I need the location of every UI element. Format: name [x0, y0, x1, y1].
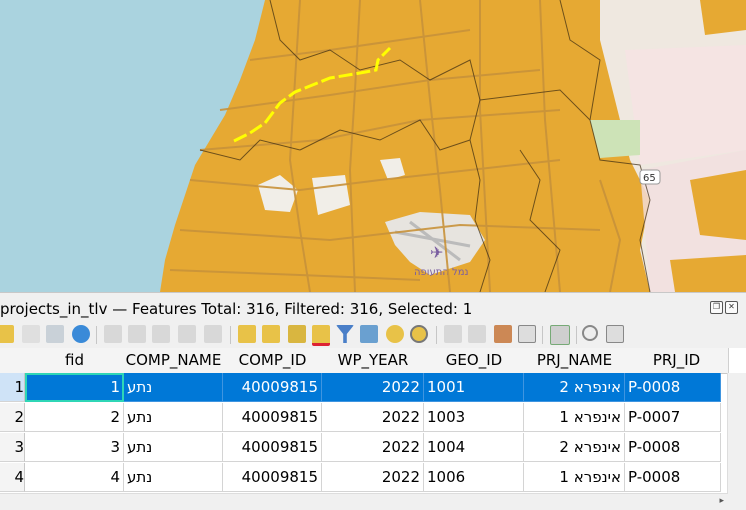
table-cell-geo-id[interactable]: 1001 — [424, 373, 524, 402]
move-selection-top-icon[interactable] — [360, 325, 378, 343]
table-cell-comp-id[interactable]: 40009815 — [223, 373, 322, 402]
corner-header[interactable] — [0, 348, 26, 374]
filter-select-icon[interactable] — [336, 325, 354, 343]
column-header-comp-name[interactable]: COMP_NAME — [124, 348, 224, 374]
airport-icon: ✈ — [430, 243, 443, 262]
table-cell-prj-name[interactable]: אינפרא 1 — [524, 463, 625, 492]
table-cell-geo-id[interactable]: 1003 — [424, 403, 524, 432]
column-header-fid[interactable]: fid — [25, 348, 125, 374]
table-cell-fid[interactable]: 1 — [25, 373, 124, 402]
reload-icon[interactable] — [72, 325, 90, 343]
new-field-icon[interactable] — [444, 325, 462, 343]
row-header[interactable]: 1 — [0, 373, 25, 402]
deselect-all-icon[interactable] — [312, 325, 330, 346]
multi-edit-icon[interactable] — [22, 325, 40, 343]
open-field-calculator-icon[interactable] — [494, 325, 512, 343]
dock-icon[interactable] — [582, 325, 598, 341]
map-canvas[interactable]: ✈ נמל התעופה 65 — [0, 0, 746, 292]
table-cell-wp-year[interactable]: 2022 — [322, 403, 424, 432]
toolbar-separator — [542, 326, 543, 344]
column-header-geo-id[interactable]: GEO_ID — [424, 348, 525, 374]
table-cell-fid[interactable]: 3 — [25, 433, 124, 462]
toolbar-separator — [96, 326, 97, 344]
paste-icon[interactable] — [204, 325, 222, 343]
toolbar-separator — [576, 326, 577, 344]
pan-to-selection-icon[interactable] — [386, 325, 404, 343]
toolbar-separator — [230, 326, 231, 344]
table-cell-geo-id[interactable]: 1004 — [424, 433, 524, 462]
horizontal-scrollbar[interactable]: ▸ — [0, 493, 728, 510]
table-cell-comp-name[interactable]: נתע — [124, 403, 223, 432]
attribute-table-toolbar — [0, 322, 746, 348]
copy-icon[interactable] — [178, 325, 196, 343]
attribute-table-title: projects_in_tlv — Features Total: 316, F… — [0, 300, 473, 318]
delete-field-icon[interactable] — [468, 325, 486, 343]
table-cell-prj-id[interactable]: P-0008 — [625, 433, 721, 462]
hatched-area-north — [625, 45, 746, 165]
save-edits-icon[interactable] — [46, 325, 64, 343]
table-cell-comp-id[interactable]: 40009815 — [223, 403, 322, 432]
select-all-icon[interactable] — [262, 325, 280, 343]
table-cell-fid[interactable]: 4 — [25, 463, 124, 492]
table-cell-prj-id[interactable]: P-0007 — [625, 403, 721, 432]
table-cell-fid[interactable]: 2 — [25, 403, 124, 432]
column-header-prj-name[interactable]: PRJ_NAME — [524, 348, 626, 374]
edit-pencil-icon[interactable] — [0, 325, 14, 343]
toolbar-separator — [436, 326, 437, 344]
add-feature-icon[interactable] — [104, 325, 122, 343]
selected-feature-line[interactable] — [233, 46, 392, 143]
park-area — [590, 120, 640, 158]
select-by-expression-icon[interactable] — [238, 325, 256, 343]
table-cell-comp-name[interactable]: נתע — [124, 463, 223, 492]
route-shield-label: 65 — [643, 173, 656, 184]
column-header-wp-year[interactable]: WP_YEAR — [322, 348, 425, 374]
attribute-table-titlebar[interactable]: projects_in_tlv — Features Total: 316, F… — [0, 292, 746, 323]
column-header-comp-id[interactable]: COMP_ID — [223, 348, 323, 374]
orange-patch-southeast — [670, 255, 746, 292]
cut-icon[interactable] — [152, 325, 170, 343]
map-render: ✈ נמל התעופה 65 — [0, 0, 746, 292]
table-cell-prj-name[interactable]: אינפרא 2 — [524, 433, 625, 462]
column-header-prj-id[interactable]: PRJ_ID — [625, 348, 729, 374]
table-cell-prj-name[interactable]: אינפרא 1 — [524, 403, 625, 432]
row-header[interactable]: 2 — [0, 403, 25, 432]
table-cell-prj-id[interactable]: P-0008 — [625, 463, 721, 492]
close-icon[interactable]: ✕ — [725, 301, 738, 314]
table-cell-comp-name[interactable]: נתע — [124, 373, 223, 402]
invert-selection-icon[interactable] — [288, 325, 306, 343]
table-cell-wp-year[interactable]: 2022 — [322, 433, 424, 462]
delete-feature-icon[interactable] — [128, 325, 146, 343]
sea-area — [0, 0, 265, 292]
table-cell-comp-id[interactable]: 40009815 — [223, 463, 322, 492]
actions-icon[interactable] — [550, 325, 570, 345]
table-cell-wp-year[interactable]: 2022 — [322, 463, 424, 492]
orange-patch-northeast — [700, 0, 746, 35]
table-cell-prj-id[interactable]: P-0008 — [625, 373, 721, 402]
table-cell-comp-name[interactable]: נתע — [124, 433, 223, 462]
table-cell-geo-id[interactable]: 1006 — [424, 463, 524, 492]
table-cell-prj-name[interactable]: אינפרא 2 — [524, 373, 625, 402]
table-view-icon[interactable] — [606, 325, 624, 343]
row-header[interactable]: 3 — [0, 433, 25, 462]
table-cell-comp-id[interactable]: 40009815 — [223, 433, 322, 462]
white-area-2 — [312, 175, 350, 215]
scroll-right-icon[interactable]: ▸ — [719, 496, 724, 506]
vertical-scrollbar[interactable] — [727, 373, 746, 510]
zoom-to-selection-icon[interactable] — [410, 325, 428, 343]
restore-icon[interactable]: ❐ — [710, 301, 723, 314]
conditional-formatting-icon[interactable] — [518, 325, 536, 343]
table-cell-wp-year[interactable]: 2022 — [322, 373, 424, 402]
airport-label: נמל התעופה — [414, 267, 469, 278]
attribute-table-grid[interactable]: fid COMP_NAME COMP_ID WP_YEAR GEO_ID PRJ… — [0, 348, 746, 510]
row-header[interactable]: 4 — [0, 463, 25, 492]
